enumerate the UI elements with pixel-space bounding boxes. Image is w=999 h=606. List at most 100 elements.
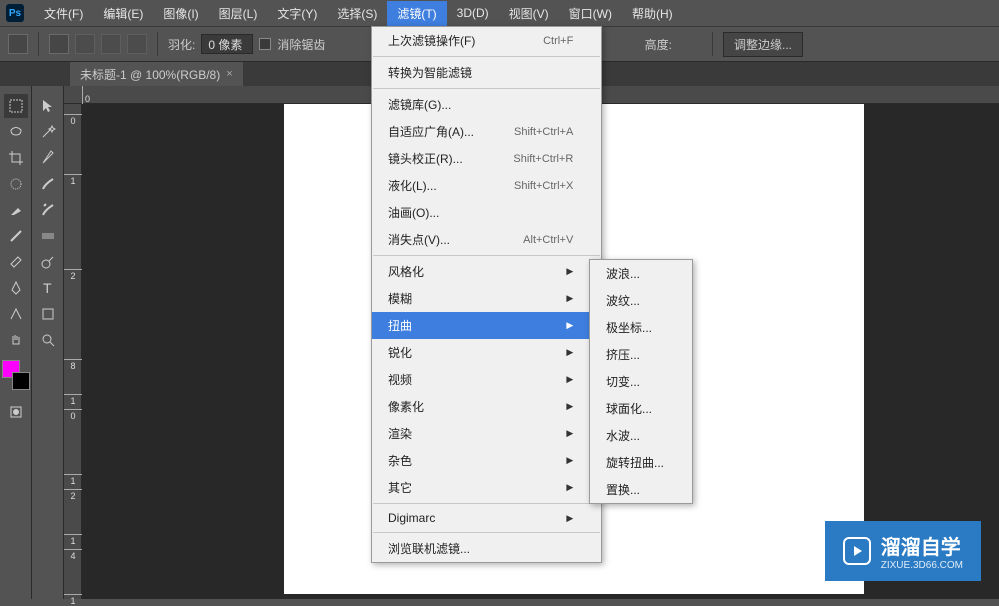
ruler-vertical: 0 1 2 8 1 0 1 2 1 4 1 bbox=[64, 104, 82, 599]
menu-item[interactable]: 消失点(V)...Alt+Ctrl+V bbox=[372, 226, 601, 253]
menu-item[interactable]: 扭曲▶ bbox=[372, 312, 601, 339]
menu-item[interactable]: 杂色▶ bbox=[372, 447, 601, 474]
ruler-tick: 2 bbox=[64, 269, 82, 281]
menu-item[interactable]: 像素化▶ bbox=[372, 393, 601, 420]
ruler-tick: 1 bbox=[64, 174, 82, 186]
play-icon bbox=[843, 537, 871, 565]
menu-item[interactable]: 风格化▶ bbox=[372, 258, 601, 285]
menu-item[interactable]: 波浪... bbox=[590, 260, 692, 287]
menu-filter[interactable]: 滤镜(T) bbox=[387, 1, 446, 26]
menu-item[interactable]: 上次滤镜操作(F)Ctrl+F bbox=[372, 27, 601, 54]
ruler-tick: 4 bbox=[64, 549, 82, 561]
watermark-text: 溜溜自学 bbox=[881, 531, 963, 560]
menu-item[interactable]: 油画(O)... bbox=[372, 199, 601, 226]
ruler-tick: 0 bbox=[82, 86, 90, 104]
marquee-tool[interactable] bbox=[4, 94, 28, 118]
menu-image[interactable]: 图像(I) bbox=[153, 1, 208, 26]
pen-tool[interactable] bbox=[4, 276, 28, 300]
document-tab-title: 未标题-1 @ 100%(RGB/8) bbox=[80, 66, 220, 83]
menu-item[interactable]: 液化(L)...Shift+Ctrl+X bbox=[372, 172, 601, 199]
antialias-label: 消除锯齿 bbox=[277, 36, 325, 53]
lasso-tool[interactable] bbox=[4, 120, 28, 144]
close-icon[interactable]: × bbox=[226, 68, 232, 80]
menu-item[interactable]: 球面化... bbox=[590, 395, 692, 422]
menu-item[interactable]: 极坐标... bbox=[590, 314, 692, 341]
eyedropper-tool[interactable] bbox=[4, 172, 28, 196]
gradient-tool[interactable] bbox=[36, 224, 60, 248]
brush-tool[interactable] bbox=[36, 172, 60, 196]
menu-item[interactable]: 浏览联机滤镜... bbox=[372, 535, 601, 562]
ruler-tick: 1 bbox=[64, 594, 82, 606]
selection-mode-add[interactable] bbox=[75, 34, 95, 54]
move-tool[interactable] bbox=[36, 94, 60, 118]
selection-mode-subtract[interactable] bbox=[101, 34, 121, 54]
watermark-sub: ZIXUE.3D66.COM bbox=[881, 560, 963, 571]
ruler-tick: 8 bbox=[64, 359, 82, 371]
menu-type[interactable]: 文字(Y) bbox=[267, 1, 327, 26]
slice-tool[interactable] bbox=[36, 146, 60, 170]
watermark: 溜溜自学 ZIXUE.3D66.COM bbox=[825, 521, 981, 581]
menu-window[interactable]: 窗口(W) bbox=[559, 1, 622, 26]
menu-item[interactable]: Digimarc▶ bbox=[372, 506, 601, 530]
menu-item[interactable]: 水波... bbox=[590, 422, 692, 449]
feather-label: 羽化: bbox=[168, 36, 195, 53]
menu-item[interactable]: 锐化▶ bbox=[372, 339, 601, 366]
menu-item[interactable]: 波纹... bbox=[590, 287, 692, 314]
hand-tool[interactable] bbox=[4, 328, 28, 352]
menu-item[interactable]: 转换为智能滤镜 bbox=[372, 59, 601, 86]
wand-tool[interactable] bbox=[36, 120, 60, 144]
background-color[interactable] bbox=[12, 372, 30, 390]
menu-item[interactable]: 挤压... bbox=[590, 341, 692, 368]
dodge-tool[interactable] bbox=[36, 250, 60, 274]
svg-text:T: T bbox=[43, 280, 52, 296]
ruler-tick: 1 bbox=[64, 474, 82, 486]
menu-help[interactable]: 帮助(H) bbox=[622, 1, 683, 26]
selection-mode-intersect[interactable] bbox=[127, 34, 147, 54]
feather-input[interactable] bbox=[201, 34, 253, 54]
menu-item[interactable]: 置换... bbox=[590, 476, 692, 503]
zoom-tool[interactable] bbox=[36, 328, 60, 352]
distort-submenu: 波浪...波纹...极坐标...挤压...切变...球面化...水波...旋转扭… bbox=[589, 259, 693, 504]
ruler-tick: 1 bbox=[64, 394, 82, 406]
text-tool[interactable]: T bbox=[36, 276, 60, 300]
menu-file[interactable]: 文件(F) bbox=[34, 1, 93, 26]
tool-preset-icon[interactable] bbox=[8, 34, 28, 54]
toolbox-left bbox=[0, 86, 32, 599]
color-swatch[interactable] bbox=[2, 360, 30, 382]
healing-tool[interactable] bbox=[4, 198, 28, 222]
shape-tool[interactable] bbox=[36, 302, 60, 326]
menu-item[interactable]: 自适应广角(A)...Shift+Ctrl+A bbox=[372, 118, 601, 145]
eraser-tool[interactable] bbox=[4, 250, 28, 274]
menu-item[interactable]: 视频▶ bbox=[372, 366, 601, 393]
menubar: Ps 文件(F) 编辑(E) 图像(I) 图层(L) 文字(Y) 选择(S) 滤… bbox=[0, 0, 999, 26]
path-tool[interactable] bbox=[4, 302, 28, 326]
menu-layer[interactable]: 图层(L) bbox=[209, 1, 268, 26]
ruler-tick: 2 bbox=[64, 489, 82, 501]
crop-tool[interactable] bbox=[4, 146, 28, 170]
menu-item[interactable]: 滤镜库(G)... bbox=[372, 91, 601, 118]
ruler-tick: 0 bbox=[64, 114, 82, 126]
menu-edit[interactable]: 编辑(E) bbox=[93, 1, 153, 26]
refine-edge-button[interactable]: 调整边缘... bbox=[723, 32, 803, 57]
menu-view[interactable]: 视图(V) bbox=[499, 1, 559, 26]
selection-mode-new[interactable] bbox=[49, 34, 69, 54]
toolbox-right: T bbox=[32, 86, 64, 599]
menu-item[interactable]: 切变... bbox=[590, 368, 692, 395]
menu-item[interactable]: 镜头校正(R)...Shift+Ctrl+R bbox=[372, 145, 601, 172]
filter-dropdown: 上次滤镜操作(F)Ctrl+F 转换为智能滤镜滤镜库(G)...自适应广角(A).… bbox=[371, 26, 602, 563]
app-logo: Ps bbox=[6, 4, 24, 22]
menu-item[interactable]: 渲染▶ bbox=[372, 420, 601, 447]
history-brush-tool[interactable] bbox=[36, 198, 60, 222]
menu-select[interactable]: 选择(S) bbox=[327, 1, 387, 26]
quickmask-toggle[interactable] bbox=[4, 400, 28, 424]
document-tab[interactable]: 未标题-1 @ 100%(RGB/8) × bbox=[70, 62, 243, 87]
menu-3d[interactable]: 3D(D) bbox=[447, 2, 499, 24]
antialias-checkbox[interactable] bbox=[259, 38, 271, 50]
menu-item[interactable]: 其它▶ bbox=[372, 474, 601, 501]
height-label: 高度: bbox=[645, 36, 672, 53]
stamp-tool[interactable] bbox=[4, 224, 28, 248]
menu-item[interactable]: 旋转扭曲... bbox=[590, 449, 692, 476]
ruler-tick: 1 bbox=[64, 534, 82, 546]
menu-item[interactable]: 模糊▶ bbox=[372, 285, 601, 312]
ruler-tick: 0 bbox=[64, 409, 82, 421]
